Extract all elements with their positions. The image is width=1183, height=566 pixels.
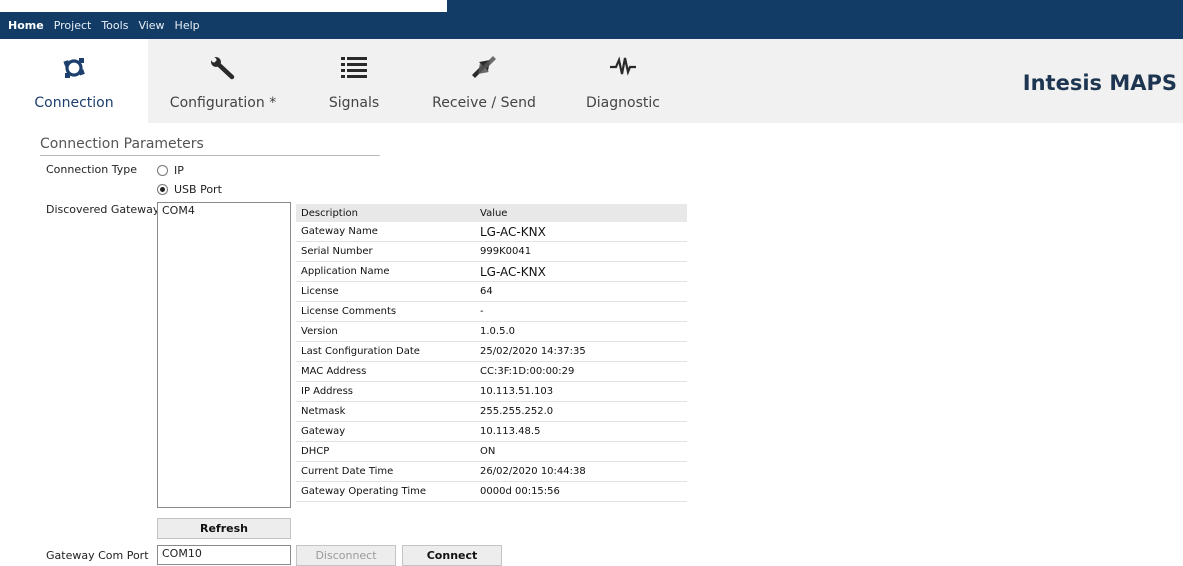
table-row: Application Name LG-AC-KNX [296, 261, 687, 282]
radio-usb[interactable]: USB Port [157, 183, 222, 196]
brand-logo: Intesis MAPS [1022, 71, 1177, 95]
row-description: License [296, 281, 468, 302]
discovered-gateways-label: Discovered Gateways [46, 203, 166, 216]
tab-connection-label: Connection [34, 95, 114, 111]
tab-configuration[interactable]: Configuration * [148, 39, 298, 123]
table-row: MAC Address CC:3F:1D:00:00:29 [296, 361, 687, 382]
row-description: Current Date Time [296, 461, 468, 482]
gateway-info-table: Description Value Gateway Name LG-AC-KNX S… [296, 204, 687, 502]
section-divider [40, 155, 380, 156]
title-strip [0, 0, 1183, 12]
row-description: License Comments [296, 301, 468, 322]
gateways-list[interactable]: COM4 [157, 202, 291, 508]
tab-configuration-label: Configuration * [169, 95, 277, 111]
radio-usb-circle[interactable] [157, 184, 168, 195]
col-value: Value [468, 204, 687, 222]
row-value: 64 [468, 281, 687, 302]
row-description: Version [296, 321, 468, 342]
row-description: Netmask [296, 401, 468, 422]
row-value: 25/02/2020 14:37:35 [468, 341, 687, 362]
row-value: 26/02/2020 10:44:38 [468, 461, 687, 482]
menu-project[interactable]: Project [49, 19, 97, 32]
tab-connection[interactable]: Connection [0, 39, 148, 123]
table-row: Netmask 255.255.252.0 [296, 401, 687, 422]
row-value: 0000d 00:15:56 [468, 481, 687, 502]
row-value: - [468, 301, 687, 322]
table-row: Gateway Operating Time 0000d 00:15:56 [296, 481, 687, 502]
tab-signals[interactable]: Signals [298, 39, 410, 123]
row-value: 10.113.51.103 [468, 381, 687, 402]
col-description: Description [296, 204, 468, 222]
menu-home[interactable]: Home [0, 19, 49, 32]
row-value: LG-AC-KNX [468, 261, 687, 282]
row-value: ON [468, 441, 687, 462]
row-value: 10.113.48.5 [468, 421, 687, 442]
row-value: 999K0041 [468, 241, 687, 262]
connect-button[interactable]: Connect [402, 545, 502, 566]
table-row: Version 1.0.5.0 [296, 321, 687, 342]
tab-diagnostic-label: Diagnostic [586, 95, 660, 111]
row-value: 255.255.252.0 [468, 401, 687, 422]
ribbon: Connection Configuration * Signals Recei… [0, 39, 1183, 123]
table-row: DHCP ON [296, 441, 687, 462]
tab-receive-send[interactable]: Receive / Send [410, 39, 558, 123]
table-row: Current Date Time 26/02/2020 10:44:38 [296, 461, 687, 482]
table-row: Serial Number 999K0041 [296, 241, 687, 262]
row-description: Gateway [296, 421, 468, 442]
row-description: DHCP [296, 441, 468, 462]
table-row: Gateway Name LG-AC-KNX [296, 222, 687, 242]
wrench-icon [211, 57, 235, 80]
tab-receive-send-label: Receive / Send [432, 95, 536, 111]
row-value: 1.0.5.0 [468, 321, 687, 342]
transfer-icon [472, 56, 496, 78]
menu-view[interactable]: View [133, 19, 169, 32]
row-value: CC:3F:1D:00:00:29 [468, 361, 687, 382]
table-row: Last Configuration Date 25/02/2020 14:37:… [296, 341, 687, 362]
section-title: Connection Parameters [40, 136, 204, 152]
row-value: LG-AC-KNX [468, 222, 687, 242]
com-port-input[interactable]: COM10 [157, 545, 291, 565]
row-description: Serial Number [296, 241, 468, 262]
radio-ip-circle[interactable] [157, 165, 168, 176]
menu-help[interactable]: Help [170, 19, 205, 32]
row-description: Gateway Name [296, 222, 468, 242]
list-icon [341, 57, 367, 78]
row-description: MAC Address [296, 361, 468, 382]
radio-ip[interactable]: IP [157, 164, 184, 177]
connection-type-label: Connection Type [46, 163, 138, 176]
pulse-icon [610, 56, 636, 76]
disconnect-button[interactable]: Disconnect [296, 545, 396, 566]
row-description: Gateway Operating Time [296, 481, 468, 502]
table-row: License 64 [296, 281, 687, 302]
tab-diagnostic[interactable]: Diagnostic [558, 39, 688, 123]
table-header: Description Value [296, 204, 687, 222]
connection-icon [63, 58, 85, 78]
list-item[interactable]: COM4 [158, 203, 290, 218]
row-description: IP Address [296, 381, 468, 402]
menu-bar: Home Project Tools View Help [0, 12, 1183, 39]
refresh-button[interactable]: Refresh [157, 518, 291, 539]
table-row: Gateway 10.113.48.5 [296, 421, 687, 442]
table-row: IP Address 10.113.51.103 [296, 381, 687, 402]
radio-ip-label: IP [174, 164, 184, 177]
row-description: Application Name [296, 261, 468, 282]
menu-tools[interactable]: Tools [96, 19, 133, 32]
radio-usb-label: USB Port [174, 183, 222, 196]
table-row: License Comments - [296, 301, 687, 322]
tab-signals-label: Signals [328, 95, 380, 111]
com-port-label: Gateway Com Port [46, 549, 149, 562]
row-description: Last Configuration Date [296, 341, 468, 362]
